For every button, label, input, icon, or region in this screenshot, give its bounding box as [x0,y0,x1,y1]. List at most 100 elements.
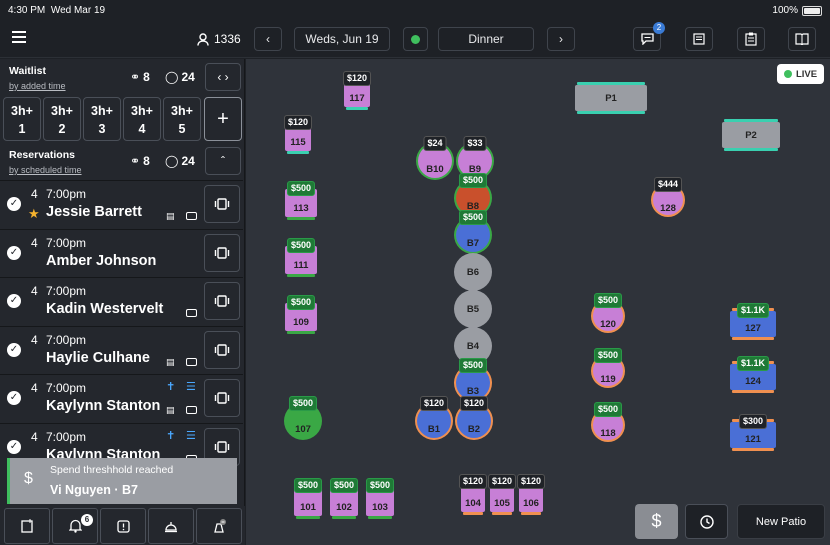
waitlist-sort-link[interactable]: by added time [9,81,66,91]
table-b5[interactable]: B5 [456,292,490,326]
status-indicator[interactable] [403,27,428,51]
table-spend-badge: $500 [593,402,623,417]
seat-party-button[interactable] [204,379,240,417]
waitlist-slot[interactable]: 3h+ 3 [83,97,121,141]
reservation-row[interactable]: ✓ 4 7:00pm Kadin Westervelt [0,277,243,323]
table-111[interactable]: $500 111 [285,238,317,277]
new-patio-button[interactable]: New Patio [737,504,825,539]
table-107[interactable]: $500 107 [286,396,320,438]
check-icon[interactable]: ✓ [7,439,21,454]
table-b6[interactable]: B6 [456,255,490,289]
chat-icon: ▤ [166,356,175,367]
floorplan-button[interactable] [788,27,816,51]
expand-waitlist-button[interactable]: ‹ › [205,63,241,91]
table-p1[interactable]: P1 [575,82,647,114]
seat-party-button[interactable] [204,330,240,369]
spend-view-button[interactable]: $ [635,504,678,539]
reservation-row[interactable]: ✓ 4 7:00pm ★ Jessie Barrett ▤ [0,180,243,226]
check-icon[interactable]: ✓ [7,197,21,211]
table-109[interactable]: $500 109 [285,295,317,334]
table-b7[interactable]: $500 B7 [456,210,490,252]
alert-icon [116,519,130,533]
table-number: 109 [293,317,309,328]
table-spend-badge: $33 [463,136,487,151]
host-stand-button[interactable] [196,508,242,544]
waitlist-slot[interactable]: 3h+ 2 [43,97,81,141]
seat-party-button[interactable] [204,282,240,320]
notification-badge: 2 [653,22,665,34]
service-selector[interactable]: Dinner [438,27,534,51]
chevron-right-icon: › [559,32,563,46]
check-icon[interactable]: ✓ [7,294,21,308]
reservations-sort-link[interactable]: by scheduled time [9,165,82,175]
check-icon[interactable]: ✓ [7,391,21,405]
service-bell-button[interactable] [148,508,194,544]
table-121[interactable]: $300 121 [730,414,776,451]
prev-date-button[interactable]: ‹ [254,27,282,51]
party-size: 4 [31,235,38,250]
table-number: 104 [465,498,481,509]
live-indicator[interactable]: LIVE [777,64,824,84]
table-number: B2 [467,423,481,435]
wait-time: 3h+ [91,104,113,118]
waitlist-slot[interactable]: 3h+ 1 [3,97,41,141]
messages-button[interactable]: 2 [633,22,665,51]
table-127[interactable]: $1.1K 127 [730,303,776,340]
next-date-button[interactable]: › [547,27,575,51]
group-icon: ⚭ [130,154,141,168]
chat-icon: ▤ [166,211,175,221]
table-119[interactable]: $500 119 [593,348,623,386]
menu-button[interactable] [12,31,28,45]
reservation-time: 7:00pm [46,429,87,444]
table-p2[interactable]: P2 [722,119,780,151]
table-number: B3 [466,385,480,397]
new-note-button[interactable] [4,508,50,544]
reservation-row[interactable]: ✓ 4 7:00pm Haylie Culhane ▤ [0,325,243,372]
date-selector[interactable]: Weds, Jun 19 [294,27,390,51]
table-105[interactable]: $120 105 [487,474,517,515]
seat-icon [214,392,230,404]
reservation-row[interactable]: ✓ 4 7:00pm Kaylynn Stanton ▤ ✝ ☰ [0,374,243,420]
table-number: 111 [293,260,309,271]
seat-party-button[interactable] [204,185,240,223]
hamburger-icon [12,31,26,43]
table-115[interactable]: $120 115 [283,115,313,154]
check-icon[interactable]: ✓ [7,342,21,357]
table-128[interactable]: $444 128 [653,177,683,215]
table-113[interactable]: $500 113 [285,181,317,220]
clock-button[interactable] [685,504,728,539]
table-124[interactable]: $1.1K 124 [730,356,776,393]
table-number: 128 [660,202,676,214]
clipboard-button[interactable] [737,27,765,51]
table-102[interactable]: $500 102 [329,478,359,519]
seat-party-button[interactable] [204,233,240,272]
add-waitlist-button[interactable]: + [204,97,242,141]
waitlist-slot[interactable]: 3h+ 5 [163,97,201,141]
spend-threshold-toast[interactable]: $ Spend threshhold reached Vi Nguyen · B… [7,458,237,504]
check-icon[interactable]: ✓ [7,245,21,260]
notes-button[interactable] [685,27,713,51]
table-b1[interactable]: $120 B1 [417,396,451,438]
table-number: B1 [427,423,441,435]
table-number: 105 [494,498,510,509]
table-b10[interactable]: $24 B10 [418,136,452,178]
slot-number: 1 [18,122,26,136]
table-120[interactable]: $500 120 [593,293,623,331]
waitlist-slot[interactable]: 3h+ 4 [123,97,161,141]
status-battery: 100% [772,5,822,16]
table-b2[interactable]: $120 B2 [457,396,491,438]
table-118[interactable]: $500 118 [593,402,623,440]
notifications-button[interactable]: 6 [52,508,98,544]
table-117[interactable]: $120 117 [342,71,372,110]
alert-button[interactable] [100,508,146,544]
table-106[interactable]: $120 106 [516,474,546,515]
seat-icon [214,440,230,453]
green-dot-icon [411,34,420,44]
table-101[interactable]: $500 101 [293,478,323,519]
collapse-reservations-button[interactable]: ˆ [205,147,241,175]
table-103[interactable]: $500 103 [365,478,395,519]
table-104[interactable]: $120 104 [458,474,488,515]
table-spend-badge: $500 [458,210,488,225]
reservation-row[interactable]: ✓ 4 7:00pm Amber Johnson [0,228,243,275]
table-b3[interactable]: $500 B3 [456,358,490,400]
